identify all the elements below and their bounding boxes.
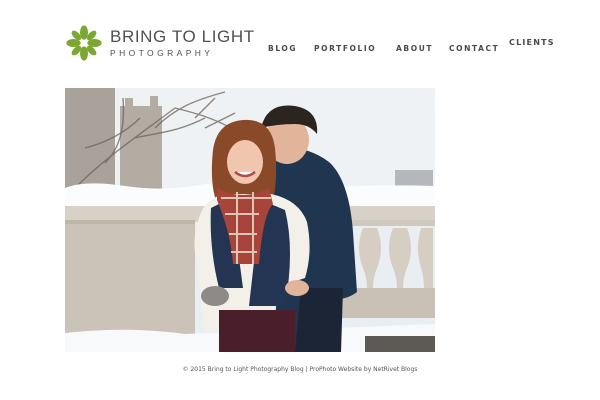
footer-credit-link[interactable]: ProPhoto Website by NetRivet Blogs <box>310 366 418 373</box>
nav-contact[interactable]: CONTACT <box>449 44 499 54</box>
nav-clients[interactable]: CLIENTS <box>509 38 555 48</box>
nav-blog[interactable]: BLOG <box>268 44 297 54</box>
logo-text: BRING TO LIGHT PHOTOGRAPHY <box>110 26 255 59</box>
page: BRING TO LIGHT PHOTOGRAPHY BLOG PORTFOLI… <box>0 0 600 400</box>
logo-subtitle: PHOTOGRAPHY <box>110 47 214 58</box>
nav-portfolio[interactable]: PORTFOLIO <box>314 44 376 54</box>
footer-separator: | <box>305 366 308 373</box>
clover-logo-icon <box>66 25 102 61</box>
nav-about[interactable]: ABOUT <box>396 44 433 54</box>
site-logo[interactable]: BRING TO LIGHT PHOTOGRAPHY <box>65 24 255 62</box>
logo-title: BRING TO LIGHT <box>110 26 255 46</box>
footer: © 2015 Bring to Light Photography Blog |… <box>0 366 600 373</box>
engagement-photo <box>65 88 435 352</box>
hero-photo <box>65 88 435 352</box>
footer-copyright: © 2015 Bring to Light Photography Blog <box>182 366 304 373</box>
